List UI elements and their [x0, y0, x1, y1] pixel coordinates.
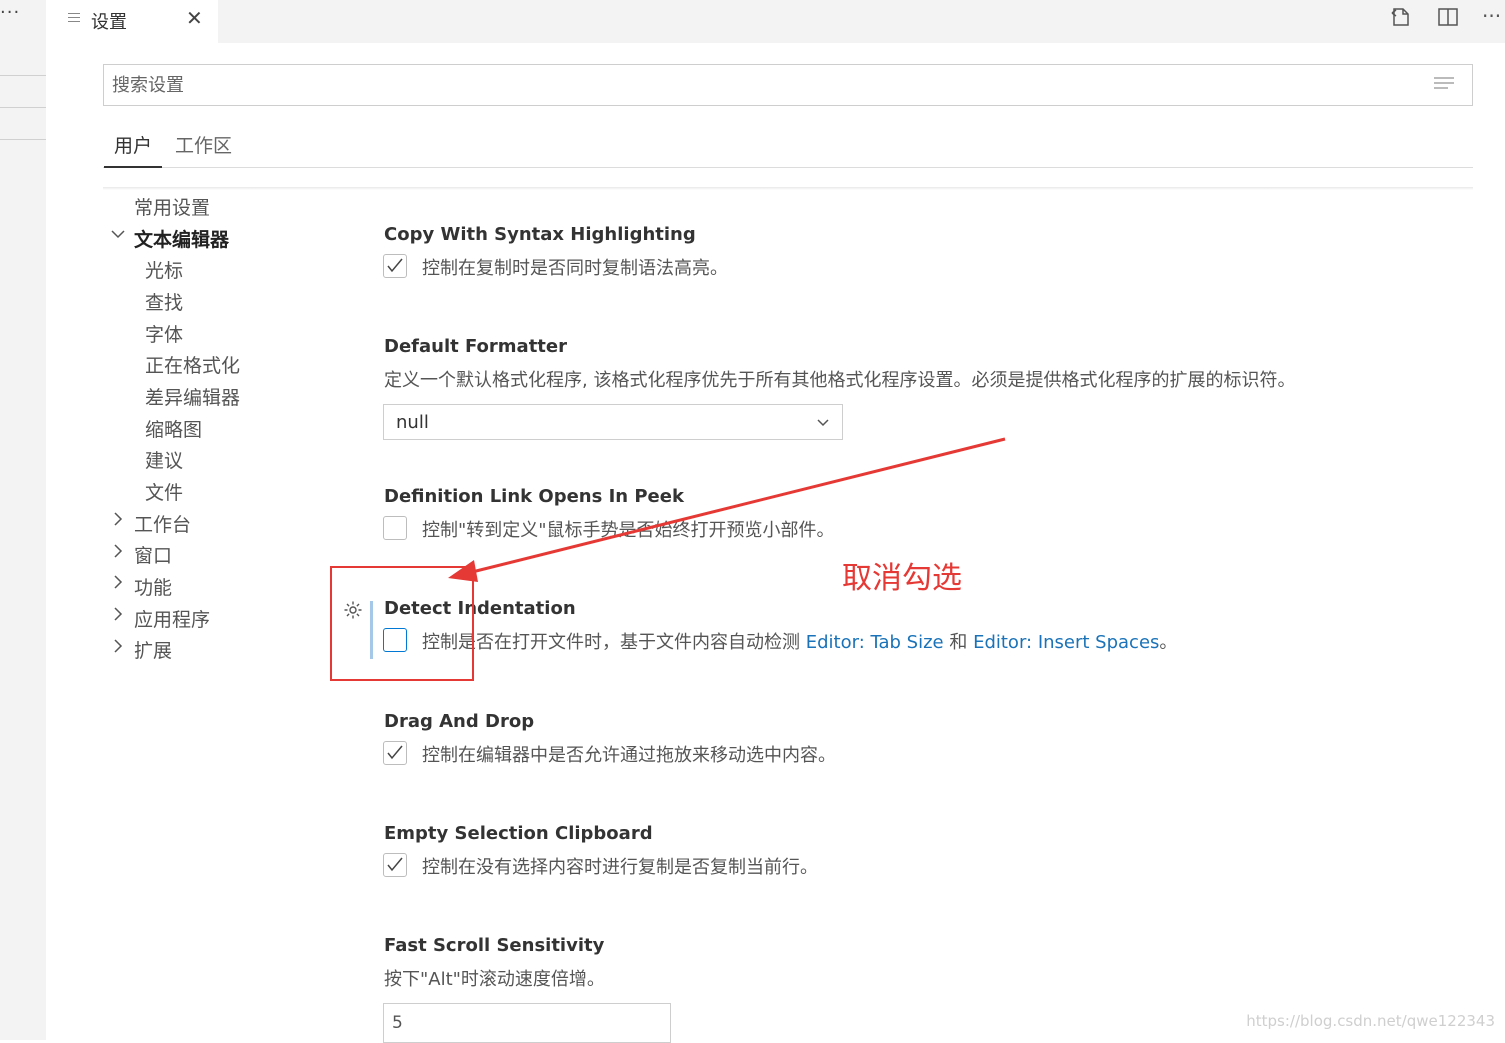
- chevron-right-icon[interactable]: [112, 543, 124, 564]
- toc-item-features[interactable]: 功能: [134, 573, 172, 600]
- checkmark-icon: [387, 745, 403, 760]
- setting-title: Empty Selection Clipboard: [384, 823, 653, 844]
- toc-item-workbench[interactable]: 工作台: [134, 510, 191, 537]
- more-actions-icon[interactable]: ···: [1482, 4, 1501, 28]
- split-editor-icon[interactable]: [1437, 6, 1459, 33]
- divider: [0, 139, 46, 140]
- checkmark-icon: [387, 857, 403, 872]
- toc-item-minimap[interactable]: 缩略图: [145, 415, 202, 442]
- setting-description: 控制在没有选择内容时进行复制是否复制当前行。: [422, 857, 818, 878]
- divider: [0, 107, 46, 108]
- select-value: null: [396, 412, 429, 433]
- fast-scroll-sensitivity-input[interactable]: 5: [383, 1003, 671, 1043]
- search-input[interactable]: [104, 65, 1420, 105]
- setting-title: Copy With Syntax Highlighting: [384, 224, 696, 245]
- tab-title: 设置: [91, 12, 127, 33]
- clear-filter-icon[interactable]: [1434, 77, 1454, 93]
- left-sidebar-strip: ···: [0, 0, 46, 1040]
- setting-title: Drag And Drop: [384, 711, 535, 732]
- toc-item-find[interactable]: 查找: [145, 288, 183, 315]
- setting-description: 控制是否在打开文件时，基于文件内容自动检测 Editor: Tab Size 和…: [422, 632, 1178, 653]
- divider: [103, 167, 1473, 168]
- setting-description: 定义一个默认格式化程序, 该格式化程序优先于所有其他格式化程序设置。必须是提供格…: [384, 370, 1296, 391]
- chevron-right-icon[interactable]: [112, 574, 124, 595]
- active-tab-indicator: [104, 166, 162, 168]
- toc-item-suggestions[interactable]: 建议: [145, 446, 183, 473]
- toc-item-common[interactable]: 常用设置: [134, 193, 210, 220]
- link-editor-insert-spaces[interactable]: Editor: Insert Spaces: [973, 632, 1159, 653]
- annotation-label: 取消勾选: [842, 561, 962, 596]
- watermark: https://blog.csdn.net/qwe122343: [1246, 1012, 1495, 1030]
- tab-workspace[interactable]: 工作区: [175, 131, 232, 158]
- tab-settings[interactable]: 设置 ✕: [46, 0, 218, 43]
- toc-item-formatting[interactable]: 正在格式化: [145, 351, 240, 378]
- header-shadow: [103, 187, 1473, 190]
- setting-title: Fast Scroll Sensitivity: [384, 935, 605, 956]
- toc-item-font[interactable]: 字体: [145, 320, 183, 347]
- setting-description: 控制在编辑器中是否允许通过拖放来移动选中内容。: [422, 745, 836, 766]
- open-settings-json-icon[interactable]: [1390, 6, 1412, 33]
- search-settings-box: [103, 64, 1473, 106]
- toc-item-diff-editor[interactable]: 差异编辑器: [145, 383, 240, 410]
- setting-description: 按下"Alt"时滚动速度倍增。: [384, 969, 605, 990]
- empty-selection-checkbox[interactable]: [383, 853, 407, 877]
- settings-file-icon: [68, 13, 80, 25]
- editor-tab-bar: 设置 ✕ ···: [46, 0, 1505, 43]
- input-value: 5: [392, 1013, 403, 1033]
- tab-user[interactable]: 用户: [114, 131, 152, 158]
- toc-item-window[interactable]: 窗口: [134, 541, 172, 568]
- chevron-right-icon[interactable]: [112, 638, 124, 659]
- chevron-down-icon[interactable]: [110, 226, 126, 247]
- divider: [0, 75, 46, 76]
- toc-item-cursor[interactable]: 光标: [145, 256, 183, 283]
- setting-description: 控制在复制时是否同时复制语法高亮。: [422, 258, 728, 279]
- chevron-right-icon[interactable]: [112, 511, 124, 532]
- checkmark-icon: [387, 258, 403, 273]
- setting-title: Default Formatter: [384, 336, 567, 357]
- link-editor-tab-size[interactable]: Editor: Tab Size: [806, 632, 944, 653]
- copy-with-syntax-checkbox[interactable]: [383, 254, 407, 278]
- close-icon[interactable]: ✕: [186, 6, 203, 30]
- definition-link-checkbox[interactable]: [383, 516, 407, 540]
- toc-item-text-editor[interactable]: 文本编辑器: [134, 225, 229, 252]
- toc-item-extensions[interactable]: 扩展: [134, 636, 172, 663]
- toc-item-application[interactable]: 应用程序: [134, 605, 210, 632]
- chevron-right-icon[interactable]: [112, 606, 124, 627]
- toc-item-files[interactable]: 文件: [145, 478, 183, 505]
- more-actions-icon[interactable]: ···: [0, 2, 20, 23]
- drag-and-drop-checkbox[interactable]: [383, 741, 407, 765]
